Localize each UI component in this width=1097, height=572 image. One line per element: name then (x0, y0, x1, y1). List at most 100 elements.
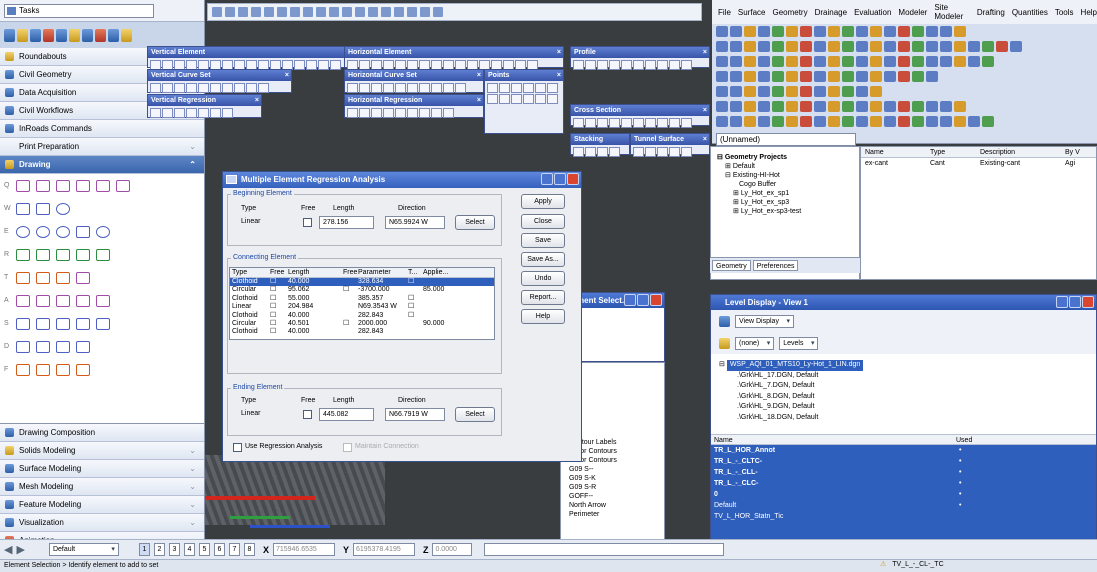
tool-icon[interactable] (657, 118, 668, 128)
tool-icon[interactable] (290, 7, 300, 17)
elevation-tool-icon[interactable] (76, 340, 90, 353)
tool-icon[interactable] (431, 108, 442, 118)
tool-icon[interactable] (681, 147, 692, 157)
tool-icon[interactable] (633, 60, 644, 70)
task-drawing-composition[interactable]: Drawing Composition (0, 424, 204, 442)
tool-icon[interactable] (371, 83, 382, 93)
tool-icon[interactable] (856, 86, 868, 97)
levels-combo[interactable]: Levels (779, 336, 819, 350)
tool-icon[interactable] (758, 71, 770, 82)
tool-icon[interactable] (17, 28, 28, 42)
tool-icon[interactable] (210, 83, 221, 93)
tool-icon[interactable] (716, 41, 728, 52)
view-4-button[interactable]: 4 (183, 543, 195, 556)
tool-icon[interactable] (609, 60, 620, 70)
crosshatch-tool-icon[interactable] (36, 248, 50, 261)
tool-icon[interactable] (730, 56, 742, 67)
tool-icon[interactable] (758, 101, 770, 112)
tool-icon[interactable] (870, 116, 882, 127)
tool-icon[interactable] (786, 101, 798, 112)
line-tool-icon[interactable] (16, 179, 30, 192)
tool-icon[interactable] (800, 71, 812, 82)
tool-icon[interactable] (487, 83, 498, 93)
tool-icon[interactable] (940, 56, 952, 67)
tree-reference[interactable]: .\Grk\HL_17.DGN, Default (719, 371, 1096, 382)
maintain-connection-checkbox[interactable] (343, 443, 352, 452)
tool-icon[interactable] (359, 108, 370, 118)
copy-tool-icon[interactable] (16, 271, 30, 284)
tool-icon[interactable] (954, 116, 966, 127)
tool-icon[interactable] (455, 83, 466, 93)
tree-geometry-projects[interactable]: ⊟ Geometry Projects (717, 153, 859, 162)
tool-icon[interactable] (744, 41, 756, 52)
tool-icon[interactable] (394, 7, 404, 17)
help-button[interactable]: Help (521, 309, 565, 324)
close-button[interactable] (650, 294, 662, 306)
tool-icon[interactable] (842, 71, 854, 82)
tool-icon[interactable] (716, 101, 728, 112)
tool-icon[interactable] (744, 101, 756, 112)
tool-icon[interactable] (800, 41, 812, 52)
dimension-tool-icon[interactable] (16, 317, 30, 330)
tool-icon[interactable] (926, 116, 938, 127)
tool-icon[interactable] (786, 71, 798, 82)
tool-icon[interactable] (174, 108, 185, 118)
tool-icon[interactable] (842, 101, 854, 112)
maximize-button[interactable] (554, 173, 566, 185)
text-tool-icon[interactable] (16, 294, 30, 307)
tasks-dropdown[interactable]: Tasks (4, 3, 154, 18)
close-icon[interactable]: × (703, 105, 707, 116)
task-solids-modeling[interactable]: Solids Modeling ⌄ (0, 442, 204, 460)
tool-icon[interactable] (251, 7, 261, 17)
tool-icon[interactable] (744, 71, 756, 82)
level-row[interactable]: TR_L_HOR_Annot • (711, 445, 1096, 456)
tool-icon[interactable] (744, 26, 756, 37)
tool-icon[interactable] (968, 41, 980, 52)
undo-button[interactable]: Undo (521, 271, 565, 286)
tool-icon[interactable] (487, 94, 498, 104)
tool-icon[interactable] (954, 56, 966, 67)
tree-cogo-buffer[interactable]: Cogo Buffer (717, 180, 859, 189)
close-button[interactable] (567, 173, 579, 185)
tool-icon[interactable] (1010, 41, 1022, 52)
tool-icon[interactable] (800, 86, 812, 97)
tool-icon[interactable] (433, 7, 443, 17)
task-surface-modeling[interactable]: Surface Modeling ⌄ (0, 460, 204, 478)
tool-icon[interactable] (884, 56, 896, 67)
tool-icon[interactable] (800, 26, 812, 37)
task-mesh-modeling[interactable]: Mesh Modeling ⌄ (0, 478, 204, 496)
table-row[interactable]: Clothoid ☐ 55.000 385.357 ☐ (230, 295, 494, 303)
close-icon[interactable]: × (703, 134, 707, 145)
tool-icon[interactable] (884, 71, 896, 82)
begin-free-checkbox[interactable] (303, 218, 312, 227)
begin-direction-field[interactable]: N65.9924 W (385, 216, 445, 229)
tool-icon[interactable] (716, 26, 728, 37)
tool-icon[interactable] (926, 71, 938, 82)
tool-icon[interactable] (912, 56, 924, 67)
tool-icon[interactable] (884, 26, 896, 37)
tool-icon[interactable] (772, 101, 784, 112)
tool-icon[interactable] (645, 60, 656, 70)
tool-icon[interactable] (856, 41, 868, 52)
tool-icon[interactable] (431, 83, 442, 93)
tool-icon[interactable] (968, 56, 980, 67)
tool-icon[interactable] (294, 60, 305, 70)
half-ellipse-icon[interactable] (96, 225, 110, 238)
tool-icon[interactable] (786, 41, 798, 52)
tool-icon[interactable] (669, 60, 680, 70)
tool-icon[interactable] (381, 7, 391, 17)
close-button[interactable] (1082, 296, 1094, 308)
tool-icon[interactable] (898, 116, 910, 127)
list-item[interactable]: G09 S-- (569, 465, 664, 474)
tool-icon[interactable] (982, 56, 994, 67)
tool-icon[interactable] (716, 86, 728, 97)
tool-icon[interactable] (121, 28, 132, 42)
tool-icon[interactable] (912, 26, 924, 37)
save-as-button[interactable]: Save As... (521, 252, 565, 267)
tool-icon[interactable] (150, 83, 161, 93)
tool-icon[interactable] (744, 116, 756, 127)
curve-tool-icon[interactable] (96, 179, 110, 192)
close-dialog-button[interactable]: Close (521, 214, 565, 229)
close-icon[interactable]: × (557, 47, 561, 58)
tool-icon[interactable] (681, 118, 692, 128)
